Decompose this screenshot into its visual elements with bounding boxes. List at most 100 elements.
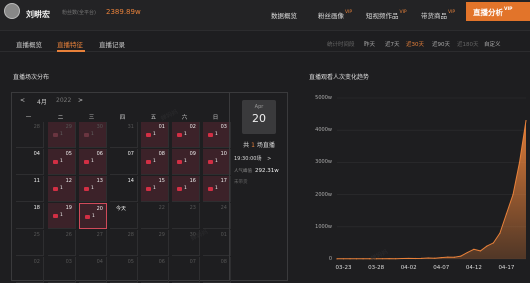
calendar-day[interactable]: 22	[141, 203, 169, 229]
calendar-day[interactable]: 03	[48, 257, 76, 283]
day-number: 27	[96, 232, 103, 238]
calendar-day[interactable]: 07	[110, 149, 138, 175]
day-number: 18	[33, 205, 40, 211]
session-count: 1	[84, 159, 94, 164]
day-number: 01	[158, 124, 165, 130]
calendar-day[interactable]: 23	[172, 203, 200, 229]
tab-live-features[interactable]: 直播特征	[57, 39, 83, 49]
calendar-day[interactable]: 19 1	[48, 203, 76, 229]
data-point	[382, 258, 384, 260]
day-number: 04	[33, 151, 40, 157]
calendar-day[interactable]: 17 1	[203, 176, 231, 202]
calendar-day[interactable]: 16 1	[172, 176, 200, 202]
calendar-day[interactable]: 04	[79, 257, 107, 283]
calendar-day[interactable]: 06	[141, 257, 169, 283]
calendar-day[interactable]: 25	[16, 230, 44, 256]
prev-month-button[interactable]: <	[20, 97, 25, 104]
calendar-day[interactable]: 29	[141, 230, 169, 256]
range-90d[interactable]: 近90天	[432, 40, 450, 48]
calendar-day[interactable]: 26	[48, 230, 76, 256]
next-month-button[interactable]: >	[78, 97, 83, 104]
calendar-day[interactable]: 28	[110, 230, 138, 256]
day-number: 29	[158, 232, 165, 238]
x-tick-label: 03-28	[368, 265, 385, 271]
nav-fans-profile[interactable]: 粉丝画像VIP	[318, 10, 352, 20]
data-point	[401, 257, 403, 260]
calendar-day[interactable]: 29 1	[48, 122, 76, 148]
calendar-day[interactable]: 27	[79, 230, 107, 256]
avatar[interactable]	[4, 3, 20, 19]
calendar-day[interactable]: 05	[110, 257, 138, 283]
day-number: 13	[96, 178, 103, 184]
session-count: 1	[177, 186, 187, 191]
calendar-day[interactable]: 31	[110, 122, 138, 148]
calendar-day[interactable]: 06 1	[79, 149, 107, 175]
selected-date: Apr 20	[242, 100, 276, 134]
tab-live-records[interactable]: 直播记录	[99, 39, 125, 49]
data-point	[492, 242, 495, 244]
day-number: 09	[189, 151, 196, 157]
range-yesterday[interactable]: 昨天	[364, 40, 375, 48]
nav-overview[interactable]: 数据概览	[271, 10, 297, 20]
data-point	[473, 248, 475, 250]
session-count: 1	[53, 186, 63, 191]
day-number: 23	[189, 205, 196, 211]
day-number: 16	[189, 178, 196, 184]
day-number: 06	[96, 151, 103, 157]
range-30d[interactable]: 近30天	[406, 40, 424, 48]
day-number: 07	[189, 259, 196, 265]
calendar-day[interactable]: 02 1	[172, 122, 200, 148]
weekday-label: 日	[212, 115, 219, 121]
calendar-day[interactable]: 24	[203, 203, 231, 229]
range-180d: 近180天	[457, 42, 479, 48]
views-trend-chart: 5000w 4000w 3000w 2000w 1000w 0 03-23 03-28 04-…	[300, 85, 530, 282]
selected-day: 20	[252, 112, 266, 125]
weekday-label: 二	[57, 115, 64, 121]
goods-status: 未带货	[234, 180, 248, 185]
calendar-day[interactable]: 08 1	[141, 149, 169, 175]
range-7d[interactable]: 近7天	[385, 40, 400, 48]
range-label: 统计时间段	[327, 42, 355, 48]
data-point	[453, 256, 455, 258]
day-number: 07	[127, 151, 134, 157]
nav-live-analysis[interactable]: 直播分析VIP	[466, 2, 530, 21]
calendar-day[interactable]: 09 1	[172, 149, 200, 175]
calendar-day[interactable]: 14	[110, 176, 138, 202]
calendar-day[interactable]: 28	[16, 122, 44, 148]
calendar-day[interactable]: 08	[203, 257, 231, 283]
calendar-day[interactable]: 10 1	[203, 149, 231, 175]
calendar-day[interactable]: 05 1	[48, 149, 76, 175]
calendar-day[interactable]: 02	[16, 257, 44, 283]
day-number: 28	[127, 232, 134, 238]
session-link[interactable]: 19:30:00场 >	[234, 155, 271, 162]
day-number: 29	[65, 124, 72, 130]
range-custom[interactable]: 自定义	[484, 40, 501, 48]
weekday-label: 三	[88, 115, 95, 121]
calendar-day[interactable]: 20 1	[79, 203, 107, 229]
fans-value: 2389.89w	[106, 8, 141, 16]
day-number: 05	[127, 259, 134, 265]
data-point	[505, 213, 508, 215]
nav-short-video[interactable]: 短视频作品VIP	[366, 10, 407, 20]
calendar-day[interactable]: 今天	[110, 203, 138, 229]
calendar-day[interactable]: 11	[16, 176, 44, 202]
calendar-day[interactable]: 04	[16, 149, 44, 175]
calendar-day[interactable]: 01 1	[141, 122, 169, 148]
calendar-day[interactable]: 18	[16, 203, 44, 229]
data-point	[414, 257, 416, 260]
calendar-day[interactable]: 12 1	[48, 176, 76, 202]
tab-live-overview[interactable]: 直播概览	[16, 39, 42, 49]
nav-goods[interactable]: 带货商品VIP	[421, 10, 455, 20]
day-number: 11	[33, 178, 40, 184]
x-tick-label: 04-12	[465, 265, 482, 271]
calendar-day[interactable]: 15 1	[141, 176, 169, 202]
calendar-day[interactable]: 07	[172, 257, 200, 283]
day-number: 04	[96, 259, 103, 265]
x-tick-label: 04-02	[400, 265, 417, 271]
calendar-day[interactable]: 03 1	[203, 122, 231, 148]
calendar-day[interactable]: 13 1	[79, 176, 107, 202]
day-number: 22	[158, 205, 165, 211]
day-number: 25	[33, 232, 40, 238]
calendar-day[interactable]: 30 1	[79, 122, 107, 148]
day-number: 20	[96, 206, 103, 212]
